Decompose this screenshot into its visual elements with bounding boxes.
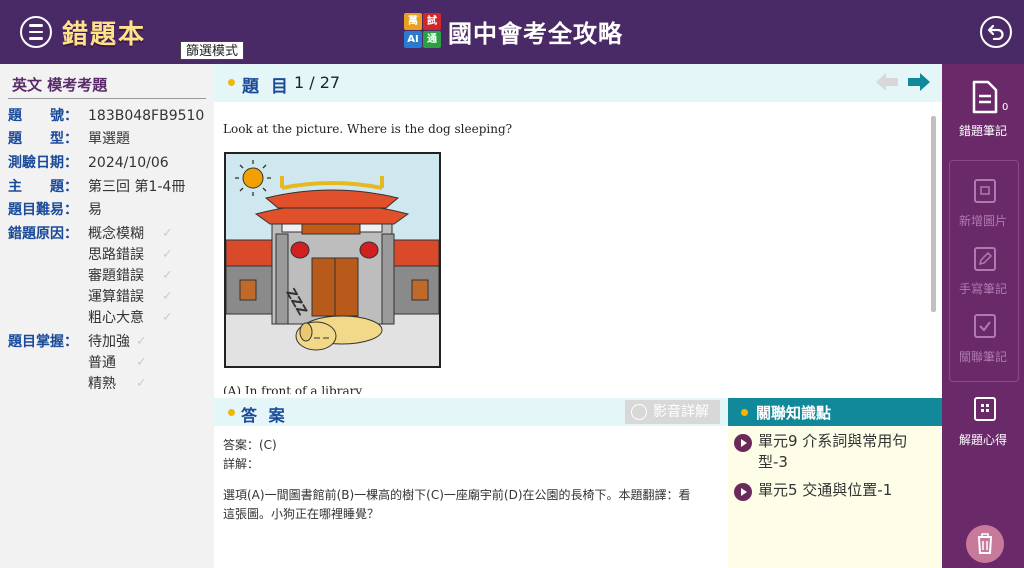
reason-label: 概念模糊: [88, 226, 144, 242]
video-play-icon[interactable]: [734, 434, 752, 452]
reason-label: 粗心大意: [88, 310, 144, 326]
pencil-icon[interactable]: [973, 246, 997, 272]
reason-label: 運算錯誤: [88, 289, 144, 305]
video-label: 影音詳解: [653, 404, 709, 420]
insight-icon[interactable]: [973, 396, 997, 422]
check-icon: ✓: [136, 376, 147, 391]
related-note-icon[interactable]: [973, 313, 997, 339]
check-icon: ✓: [162, 310, 173, 325]
related-note-label[interactable]: 關聯筆記: [942, 348, 1024, 365]
logo-cell: 通: [423, 31, 441, 48]
menu-icon-bar: [29, 30, 43, 34]
menu-button[interactable]: [20, 16, 52, 48]
reason-label: 審題錯誤: [88, 268, 144, 284]
back-button[interactable]: [980, 16, 1012, 48]
trash-icon: [978, 533, 992, 554]
play-icon: [631, 404, 647, 420]
question-text: Look at the picture. Where is the dog sl…: [223, 122, 513, 136]
check-icon: ✓: [162, 289, 173, 304]
answer-line: 答案：(C): [223, 438, 277, 452]
scroll-thumb[interactable]: [931, 116, 936, 312]
knowledge-title: 關聯知識點: [756, 404, 832, 422]
info-label: 錯題原因：: [8, 226, 78, 242]
handwrite-note-label[interactable]: 手寫筆記: [942, 280, 1024, 297]
answer-title: 答 案: [241, 406, 288, 425]
info-value: 第三回 第1-4冊: [88, 179, 186, 195]
mastery-label: 待加強: [88, 334, 130, 350]
logo-cell: 試: [423, 13, 441, 30]
note-icon[interactable]: [970, 80, 1000, 114]
next-arrow-icon[interactable]: [908, 73, 930, 91]
question-title: 題 目: [242, 77, 291, 97]
delete-button[interactable]: [966, 525, 1004, 563]
knowledge-item[interactable]: 單元9 介系詞與常用句型-3: [758, 431, 928, 473]
question-content: Look at the picture. Where is the dog sl…: [214, 102, 942, 394]
reason-label: 思路錯誤: [88, 247, 144, 263]
page-title: 錯題本: [62, 20, 147, 50]
question-counter: 1 / 27: [294, 73, 341, 92]
check-icon: ✓: [162, 268, 173, 283]
question-picture: ZZZ: [224, 152, 441, 368]
app-title: 國中會考全攻略: [448, 20, 623, 48]
undo-icon: [987, 24, 1004, 40]
info-label: 主 題：: [8, 179, 78, 195]
logo-cell: 萬: [404, 13, 422, 30]
knowledge-item[interactable]: 單元5 交通與位置-1: [758, 480, 928, 501]
insight-label[interactable]: 解題心得: [942, 431, 1024, 448]
add-image-icon[interactable]: [973, 178, 997, 204]
bullet-dot: [741, 409, 748, 416]
info-label: 題目掌握：: [8, 334, 78, 350]
bullet-dot: [228, 79, 235, 86]
app-logo: 萬 試 AI 通: [402, 12, 442, 50]
filter-mode-tag[interactable]: 篩選模式: [180, 41, 245, 60]
info-value: 183B048FB9510: [88, 108, 205, 124]
note-count: 0: [1002, 102, 1009, 113]
check-icon: ✓: [136, 355, 147, 370]
error-note-label[interactable]: 錯題筆記: [942, 122, 1024, 139]
video-play-icon[interactable]: [734, 483, 752, 501]
bullet-dot: [228, 409, 235, 416]
explanation-label: 詳解：: [223, 457, 260, 471]
video-explanation-button[interactable]: 影音詳解: [625, 400, 720, 424]
check-icon: ✓: [136, 334, 147, 349]
info-value: 單選題: [88, 131, 130, 147]
info-label: 題 型：: [8, 131, 78, 147]
check-icon: ✓: [162, 226, 173, 241]
info-value: 2024/10/06: [88, 155, 169, 171]
explanation-text: 這張圖。小狗正在哪裡睡覺？: [223, 507, 380, 521]
info-value: 易: [88, 202, 102, 218]
add-image-label[interactable]: 新增圖片: [942, 212, 1024, 229]
explanation-text: 選項(A)一間圖書館前(B)一棵高的樹下(C)一座廟宇前(D)在公園的長椅下。本…: [223, 488, 691, 502]
info-label: 題目難易：: [8, 202, 78, 218]
mastery-label: 精熟: [88, 376, 116, 392]
menu-icon-bar: [29, 37, 43, 40]
info-label: 題 號：: [8, 108, 78, 124]
option-a: (A) In front of a library: [223, 384, 363, 394]
logo-cell: AI: [404, 31, 422, 48]
divider: [8, 98, 206, 99]
subject-title: 英文 模考考題: [12, 76, 108, 94]
prev-arrow-icon[interactable]: [876, 73, 898, 91]
mastery-label: 普通: [88, 355, 116, 371]
info-label: 測驗日期：: [8, 155, 78, 171]
check-icon: ✓: [162, 247, 173, 262]
temple-dog-illustration: ZZZ: [226, 154, 439, 366]
menu-icon-bar: [29, 24, 43, 27]
